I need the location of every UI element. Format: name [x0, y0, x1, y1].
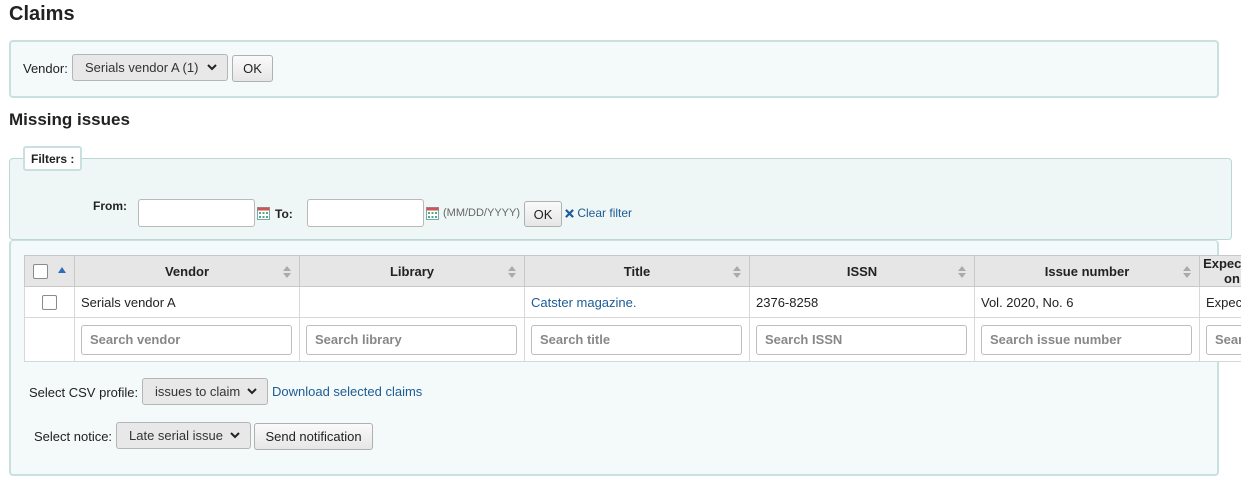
search-library-input[interactable]	[306, 324, 517, 355]
clear-filter-label: Clear filter	[577, 206, 633, 220]
search-title-input[interactable]	[531, 324, 742, 355]
library-cell	[299, 286, 525, 318]
search-spacer-cell	[24, 317, 75, 362]
vendor-select-value: Serials vendor A (1)	[85, 60, 199, 75]
search-vendor-input[interactable]	[81, 324, 292, 355]
column-header-issn[interactable]: ISSN	[749, 255, 975, 287]
sort-icon	[733, 266, 741, 278]
send-notification-button[interactable]: Send notification	[254, 423, 373, 450]
column-header-issue-number[interactable]: Issue number	[974, 255, 1200, 287]
calendar-icon[interactable]	[257, 207, 270, 220]
chevron-down-icon	[207, 64, 217, 71]
select-all-header[interactable]	[24, 255, 75, 287]
vendor-cell: Serials vendor A	[74, 286, 300, 318]
search-cell	[974, 317, 1200, 362]
close-icon	[565, 209, 574, 218]
missing-issues-heading: Missing issues	[9, 110, 130, 129]
table-row: Serials vendor A Catster magazine. 2376-…	[24, 286, 1241, 318]
search-cell	[749, 317, 975, 362]
notice-select[interactable]: Late serial issue	[116, 422, 251, 449]
row-select-cell	[24, 286, 75, 318]
csv-profile-select[interactable]: issues to claim	[142, 378, 268, 405]
sort-icon	[508, 266, 516, 278]
column-header-expected[interactable]: Expected on	[1199, 255, 1241, 287]
notice-value: Late serial issue	[129, 428, 223, 443]
search-cell	[524, 317, 750, 362]
search-row	[24, 317, 1241, 362]
clear-filter-link[interactable]: Clear filter	[565, 206, 632, 220]
vendor-select[interactable]: Serials vendor A (1)	[72, 54, 228, 81]
column-label: Library	[389, 263, 435, 279]
title-link[interactable]: Catster magazine.	[531, 295, 637, 310]
search-expected-input[interactable]	[1206, 324, 1241, 355]
csv-profile-value: issues to claim	[155, 384, 241, 399]
search-cell	[1199, 317, 1241, 362]
notice-label: Select notice:	[34, 429, 113, 444]
chevron-down-icon	[247, 388, 257, 395]
issue-number-cell: Vol. 2020, No. 6	[974, 286, 1200, 318]
sort-asc-icon	[58, 266, 66, 273]
calendar-icon[interactable]	[426, 207, 439, 220]
expected-cell: Expected	[1199, 286, 1241, 318]
sort-icon	[1183, 266, 1191, 278]
column-header-title[interactable]: Title	[524, 255, 750, 287]
search-cell	[299, 317, 525, 362]
page-title: Claims	[9, 3, 75, 25]
search-issue-number-input[interactable]	[981, 324, 1192, 355]
column-label: Title	[623, 263, 651, 279]
issn-cell: 2376-8258	[749, 286, 975, 318]
date-format-hint: (MM/DD/YYYY)	[443, 207, 520, 219]
select-all-checkbox[interactable]	[33, 264, 48, 280]
filter-ok-button[interactable]: OK	[524, 201, 562, 227]
from-date-input[interactable]	[138, 199, 255, 227]
column-header-library[interactable]: Library	[299, 255, 525, 287]
column-label: Vendor	[164, 263, 210, 279]
column-header-vendor[interactable]: Vendor	[74, 255, 300, 287]
sort-icon	[283, 266, 291, 278]
to-date-input[interactable]	[307, 199, 424, 227]
filters-legend: Filters :	[23, 146, 83, 171]
column-label: Expected on	[1203, 256, 1241, 286]
column-label: ISSN	[846, 263, 878, 279]
search-issn-input[interactable]	[756, 324, 967, 355]
from-label: From:	[93, 199, 127, 213]
to-label: To:	[275, 207, 293, 221]
csv-profile-label: Select CSV profile:	[29, 385, 139, 400]
sort-icon	[958, 266, 966, 278]
download-claims-link[interactable]: Download selected claims	[272, 384, 422, 399]
claims-table: Vendor Library Title ISSN Issue number E…	[24, 255, 1241, 362]
chevron-down-icon	[230, 432, 240, 439]
search-cell	[74, 317, 300, 362]
title-cell: Catster magazine.	[524, 286, 750, 318]
vendor-label: Vendor:	[23, 61, 68, 76]
row-checkbox[interactable]	[42, 295, 57, 311]
vendor-ok-button[interactable]: OK	[232, 55, 273, 82]
column-label: Issue number	[1044, 263, 1130, 279]
